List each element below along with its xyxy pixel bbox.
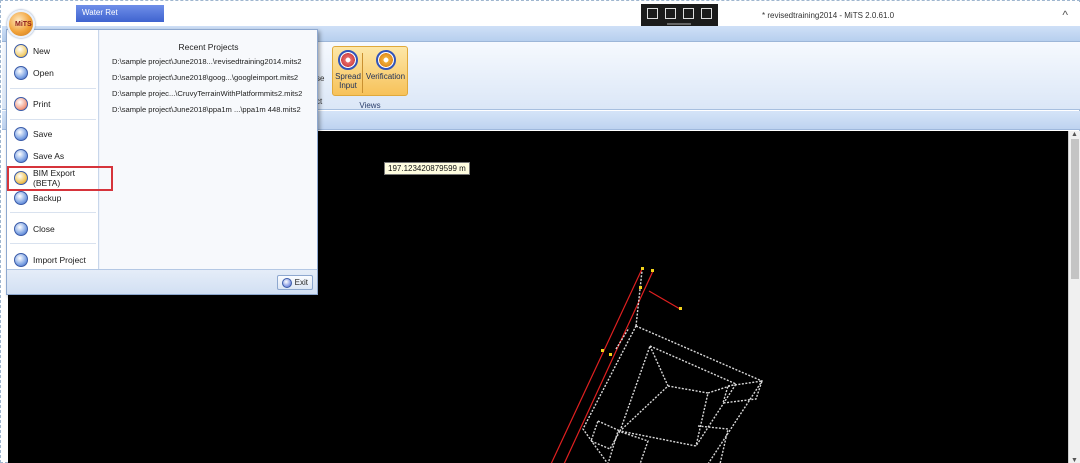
menu-item-close[interactable]: Close (10, 218, 96, 240)
application-window: Water Ret * revisedtraining2014 - MiTS 2… (0, 0, 1080, 463)
save-icon (14, 127, 28, 141)
menu-item-label: Save As (33, 151, 65, 161)
recent-projects-panel: Recent Projects D:\sample project\June20… (100, 30, 317, 269)
spread-input-label-1: Spread (335, 72, 361, 81)
open-icon (14, 66, 28, 80)
menu-item-label: Close (33, 224, 55, 234)
import-project-icon (14, 253, 28, 267)
menu-separator (10, 243, 96, 244)
contextual-tab-water-ret[interactable]: Water Ret (76, 5, 164, 22)
save-as-icon (14, 149, 28, 163)
menu-item-print[interactable]: Print (10, 93, 96, 115)
overlay-handle[interactable] (667, 23, 691, 25)
application-menu: New Open Print Save Save As BIM Export (… (6, 29, 318, 295)
survey-marker (601, 349, 604, 352)
window-icon[interactable] (665, 8, 676, 19)
exit-icon (281, 277, 292, 288)
menu-item-save-as[interactable]: Save As (10, 145, 96, 167)
window-title: * revisedtraining2014 - MiTS 2.0.61.0 (762, 11, 895, 20)
exit-label: Exit (294, 278, 308, 287)
views-group: Spread Input Verification (332, 46, 408, 96)
menu-item-label: Import Project (33, 255, 86, 265)
spread-input-icon (338, 50, 358, 70)
survey-marker (679, 307, 682, 310)
bim-export-highlight-box (7, 166, 113, 191)
menu-item-import-project[interactable]: Import Project (10, 249, 96, 271)
scrollbar-thumb[interactable] (1071, 139, 1079, 279)
scroll-up-icon[interactable]: ▲ (1071, 131, 1078, 138)
menu-separator (10, 119, 96, 120)
maximize-icon[interactable] (683, 8, 694, 19)
menu-item-label: Save (33, 129, 53, 139)
recent-project-item[interactable]: D:\sample project\June2018...\revisedtra… (112, 57, 317, 66)
building-inner-outline (619, 345, 738, 447)
road-edge-lines (550, 268, 681, 463)
building-annex (722, 380, 764, 404)
app-menu-commands: New Open Print Save Save As BIM Export (… (7, 30, 99, 269)
survey-marker (639, 286, 642, 289)
recent-project-item[interactable]: D:\sample project\June2018\goog...\googl… (112, 73, 317, 82)
menu-item-label: Print (33, 99, 51, 109)
pin-icon[interactable] (701, 8, 712, 19)
scroll-down-icon[interactable]: ▼ (1071, 457, 1078, 463)
collapse-ribbon-icon[interactable]: ^ (1062, 8, 1068, 22)
print-icon (14, 97, 28, 111)
recent-projects-title: Recent Projects (178, 42, 239, 52)
title-bar: Water Ret * revisedtraining2014 - MiTS 2… (2, 2, 1080, 27)
menu-item-label: Open (33, 68, 54, 78)
building-roof-line (619, 345, 669, 432)
views-group-label: Views (359, 101, 381, 110)
new-icon (14, 44, 28, 58)
menu-item-save[interactable]: Save (10, 123, 96, 145)
building-outline (582, 325, 764, 463)
spread-input-label-2: Input (339, 81, 357, 90)
menu-separator (10, 88, 96, 89)
exit-fullscreen-icon[interactable] (647, 8, 658, 19)
verification-icon (375, 50, 396, 70)
recent-project-item[interactable]: D:\sample projec...\CruvyTerrainWithPlat… (112, 89, 317, 98)
menu-item-new[interactable]: New (10, 40, 96, 62)
menu-separator (10, 212, 96, 213)
application-button[interactable]: MiTS (7, 10, 35, 38)
road-edge-line (648, 290, 681, 310)
menu-item-label: New (33, 46, 51, 56)
backup-icon (14, 191, 28, 205)
menu-item-open[interactable]: Open (10, 62, 96, 84)
app-menu-footer: Exit (7, 269, 317, 294)
recent-project-item[interactable]: D:\sample project\June2018\ppa1m ...\ppa… (112, 105, 317, 114)
building-structure (582, 270, 764, 463)
mits-logo: MiTS (15, 21, 32, 28)
survey-marker (609, 353, 612, 356)
verification-button[interactable]: Verification (363, 47, 408, 97)
survey-marker (651, 269, 654, 272)
building-annex (607, 430, 649, 463)
survey-marker (641, 267, 644, 270)
building-wall-line (615, 327, 630, 350)
building-annex (590, 420, 621, 450)
spread-input-button[interactable]: Spread Input (334, 47, 362, 97)
building-roof-line (667, 385, 709, 447)
vertical-scrollbar[interactable]: ▲ ▼ (1068, 131, 1080, 463)
menu-item-label: Backup (33, 193, 62, 203)
exit-button[interactable]: Exit (276, 275, 313, 290)
screen-tools-overlay[interactable] (641, 4, 718, 27)
close-icon (14, 222, 28, 236)
verification-label: Verification (365, 72, 406, 81)
